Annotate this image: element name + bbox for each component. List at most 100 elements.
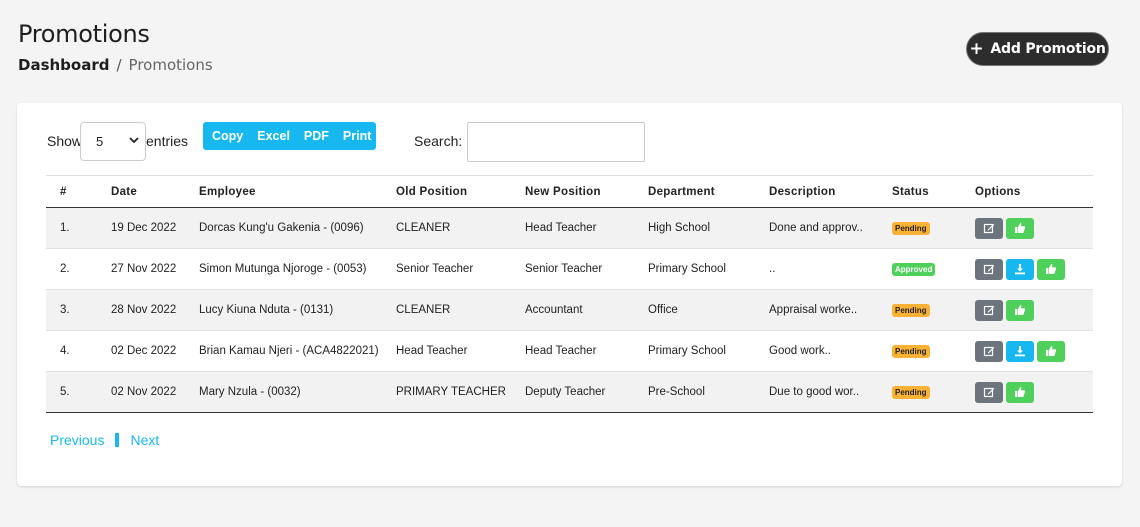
table-row: 4. 02 Dec 2022 Brian Kamau Njeri - (ACA482… (46, 330, 1093, 372)
chevron-down-icon (129, 137, 139, 144)
row-new-position: Head Teacher (525, 207, 648, 249)
row-options (975, 207, 1093, 249)
status-badge: Pending (892, 221, 930, 235)
row-status: Pending (892, 207, 975, 249)
edit-button[interactable] (975, 217, 1003, 239)
approve-button[interactable] (1006, 299, 1034, 321)
row-description: Appraisal worke.. (769, 289, 892, 331)
promotions-table: # Date Employee Old Position New Positio… (46, 175, 1093, 413)
thumbs-up-icon (1015, 305, 1026, 315)
row-description: Due to good wor.. (769, 371, 892, 413)
entries-label: entries (146, 133, 189, 149)
breadcrumb-dashboard-link[interactable]: Dashboard (18, 56, 109, 74)
copy-button[interactable]: Copy (203, 129, 250, 143)
search-input[interactable] (467, 122, 645, 162)
row-date: 27 Nov 2022 (111, 248, 199, 290)
status-badge: Pending (892, 344, 930, 358)
column-header-old-position[interactable]: Old Position (396, 175, 525, 208)
edit-button[interactable] (975, 299, 1003, 321)
search-label: Search: (414, 133, 463, 149)
edit-icon (983, 305, 995, 316)
row-status: Pending (892, 289, 975, 331)
status-badge: Pending (892, 303, 930, 317)
edit-button[interactable] (975, 381, 1003, 403)
table-row: 1. 19 Dec 2022 Dorcas Kung'u Gakenia - (00… (46, 207, 1093, 249)
row-number: 3. (46, 289, 111, 331)
approve-button[interactable] (1037, 258, 1065, 280)
export-button-group: Copy Excel PDF Print (203, 122, 376, 150)
pagination-divider (115, 433, 120, 447)
download-icon (1015, 346, 1025, 357)
breadcrumb-separator: / (116, 56, 122, 74)
row-number: 4. (46, 330, 111, 372)
next-page-button[interactable]: Next (130, 432, 159, 448)
download-icon (1015, 264, 1025, 275)
print-button[interactable]: Print (336, 129, 378, 143)
row-status: Pending (892, 330, 975, 372)
row-status: Approved (892, 248, 975, 290)
status-badge: Pending (892, 385, 930, 399)
row-options (975, 248, 1093, 290)
show-label: Show (47, 133, 83, 149)
breadcrumb-current: Promotions (128, 56, 213, 74)
table-row: 2. 27 Nov 2022 Simon Mutunga Njoroge - (00… (46, 248, 1093, 290)
row-employee: Brian Kamau Njeri - (ACA4822021) (199, 330, 396, 372)
page-title: Promotions (18, 20, 150, 48)
approve-button[interactable] (1037, 340, 1065, 362)
row-date: 28 Nov 2022 (111, 289, 199, 331)
edit-icon (983, 223, 995, 234)
column-header-number[interactable]: # (46, 175, 111, 208)
row-new-position: Senior Teacher (525, 248, 648, 290)
row-employee: Dorcas Kung'u Gakenia - (0096) (199, 207, 396, 249)
column-header-department[interactable]: Department (648, 175, 769, 208)
row-department: High School (648, 207, 769, 249)
edit-icon (983, 264, 995, 275)
plus-icon: + (969, 38, 984, 59)
thumbs-up-icon (1015, 223, 1026, 233)
promotions-card: Show 5 entries Copy Excel PDF Print Sear… (17, 103, 1122, 486)
entries-select[interactable]: 5 (80, 122, 146, 161)
breadcrumb: Dashboard / Promotions (18, 56, 213, 74)
row-old-position: CLEANER (396, 289, 525, 331)
row-number: 1. (46, 207, 111, 249)
row-employee: Lucy Kiuna Nduta - (0131) (199, 289, 396, 331)
column-header-description[interactable]: Description (769, 175, 892, 208)
row-department: Primary School (648, 330, 769, 372)
approve-button[interactable] (1006, 381, 1034, 403)
table-row: 3. 28 Nov 2022 Lucy Kiuna Nduta - (0131) CL… (46, 289, 1093, 331)
add-promotion-button[interactable]: + Add Promotion (966, 32, 1109, 66)
excel-button[interactable]: Excel (250, 129, 297, 143)
thumbs-up-icon (1046, 264, 1057, 274)
row-description: Good work.. (769, 330, 892, 372)
edit-button[interactable] (975, 258, 1003, 280)
edit-icon (983, 346, 995, 357)
column-header-status[interactable]: Status (892, 175, 975, 208)
row-old-position: Senior Teacher (396, 248, 525, 290)
row-new-position: Deputy Teacher (525, 371, 648, 413)
previous-page-button[interactable]: Previous (50, 432, 104, 448)
row-employee: Simon Mutunga Njoroge - (0053) (199, 248, 396, 290)
row-department: Pre-School (648, 371, 769, 413)
edit-button[interactable] (975, 340, 1003, 362)
column-header-employee[interactable]: Employee (199, 175, 396, 208)
row-options (975, 289, 1093, 331)
row-date: 19 Dec 2022 (111, 207, 199, 249)
approve-button[interactable] (1006, 217, 1034, 239)
row-employee: Mary Nzula - (0032) (199, 371, 396, 413)
row-date: 02 Dec 2022 (111, 330, 199, 372)
row-options (975, 330, 1093, 372)
download-button[interactable] (1006, 340, 1034, 362)
row-description: Done and approv.. (769, 207, 892, 249)
download-button[interactable] (1006, 258, 1034, 280)
column-header-options: Options (975, 175, 1093, 208)
row-number: 2. (46, 248, 111, 290)
row-old-position: CLEANER (396, 207, 525, 249)
pdf-button[interactable]: PDF (297, 129, 336, 143)
row-options (975, 371, 1093, 413)
row-number: 5. (46, 371, 111, 413)
row-new-position: Accountant (525, 289, 648, 331)
column-header-date[interactable]: Date (111, 175, 199, 208)
row-old-position: PRIMARY TEACHER (396, 371, 525, 413)
column-header-new-position[interactable]: New Position (525, 175, 648, 208)
row-status: Pending (892, 371, 975, 413)
